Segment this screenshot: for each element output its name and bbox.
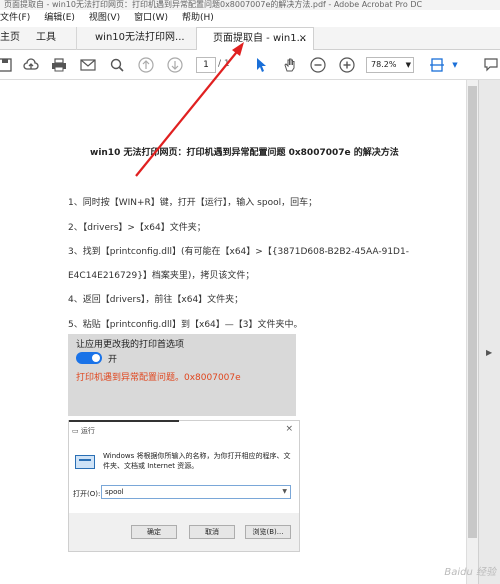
step-4: 4、返回【drivers】，前往【x64】文件夹； [68,295,244,305]
run-button-row: 确定 取消 浏览(B)... [69,513,299,551]
search-icon[interactable] [108,56,126,74]
ok-button: 确定 [131,525,177,539]
step-2: 2、【drivers】>【x64】文件夹； [68,223,206,233]
menu-window[interactable]: 窗口(W) [134,10,168,27]
zoom-select[interactable]: 78.2% ▼ [366,57,414,73]
print-icon[interactable] [50,56,68,74]
vertical-scrollbar[interactable] [466,80,478,584]
step-3: 3、找到【printconfig.dll】(有可能在【x64】>【{3871D6… [68,247,409,257]
run-dialog-title: ▭ 运行 [72,427,95,435]
error-message: 打印机遇到异常配置问题。0x8007007e [76,373,241,383]
expand-pane-icon[interactable]: ▶ [486,348,492,357]
open-field: spool ▼ [101,485,291,499]
zoom-out-icon[interactable] [309,56,327,74]
run-icon [75,455,95,469]
save-icon[interactable] [0,56,14,74]
zoom-value: 78.2% [371,60,397,69]
toolbar: 1 / 1 78.2% ▼ ▼ [0,50,500,80]
document-title: win10 无法打印网页：打印机遇到异常配置问题 0x8007007e 的解决方… [90,148,399,158]
upload-icon[interactable] [22,56,40,74]
step-3-continued: E4C14E216729}】档案夹里)，拷贝该文件； [68,271,255,281]
comment-icon[interactable] [482,56,500,74]
browse-button: 浏览(B)... [245,525,291,539]
tab-close-icon[interactable]: × [299,28,307,50]
chevron-down-icon: ▼ [282,488,287,495]
tab-tools[interactable]: 工具 [36,27,56,50]
step-1: 1、同时按【WIN+R】键，打开【运行】，输入 spool，回车； [68,198,318,208]
watermark: Baidu 经验 [444,567,496,578]
screenshot-run-dialog: ▭ 运行 × Windows 将根据你所输入的名称，为你打开相应的程序、文件夹、… [68,420,300,552]
page-number-input[interactable]: 1 [196,57,216,73]
tab-home[interactable]: 主页 [0,27,20,50]
tab-document-2[interactable]: 页面提取自 - win1... × [196,27,314,50]
scrollbar-thumb[interactable] [468,86,477,538]
menu-file[interactable]: 文件(F) [0,10,30,27]
hand-icon[interactable] [281,56,299,74]
right-side-pane: ▶ [478,80,500,584]
chevron-down-icon: ▼ [405,61,411,69]
menu-help[interactable]: 帮助(H) [182,10,214,27]
close-icon: × [285,424,293,434]
page-down-icon[interactable] [166,56,184,74]
screenshot-print-preference: 让应用更改我的打印首选项 开 打印机遇到异常配置问题。0x8007007e [68,334,296,416]
print-preference-heading: 让应用更改我的打印首选项 [76,340,185,350]
menu-edit[interactable]: 编辑(E) [44,10,75,27]
cancel-button: 取消 [189,525,235,539]
tab-bar: 主页 工具 win10无法打印网... 页面提取自 - win1... × [0,27,500,50]
email-icon[interactable] [79,56,97,74]
fit-page-icon[interactable] [428,56,446,74]
step-5: 5、粘贴【printconfig.dll】到【x64】—【3】文件夹中。 [68,320,303,330]
window-title: 页面提取自 - win10无法打印网页：打印机遇到异常配置问题0x8007007… [0,0,500,10]
page-up-icon[interactable] [137,56,155,74]
open-value: spool [105,488,124,496]
tab-document-2-label: 页面提取自 - win1... [213,33,307,44]
zoom-in-icon[interactable] [338,56,356,74]
toggle-label: 开 [108,355,118,365]
menu-view[interactable]: 视图(V) [89,10,120,27]
fit-dropdown-icon[interactable]: ▼ [446,56,464,74]
open-label: 打开(O): [73,490,101,498]
toggle-switch [76,352,102,364]
select-pointer-icon[interactable] [252,56,270,74]
tab-document-1[interactable]: win10无法打印网... [76,27,196,50]
page-total: / 1 [218,59,230,69]
menu-bar: 文件(F) 编辑(E) 视图(V) 窗口(W) 帮助(H) [0,10,500,27]
run-description: Windows 将根据你所输入的名称，为你打开相应的程序、文件夹、文档或 Int… [103,452,291,470]
